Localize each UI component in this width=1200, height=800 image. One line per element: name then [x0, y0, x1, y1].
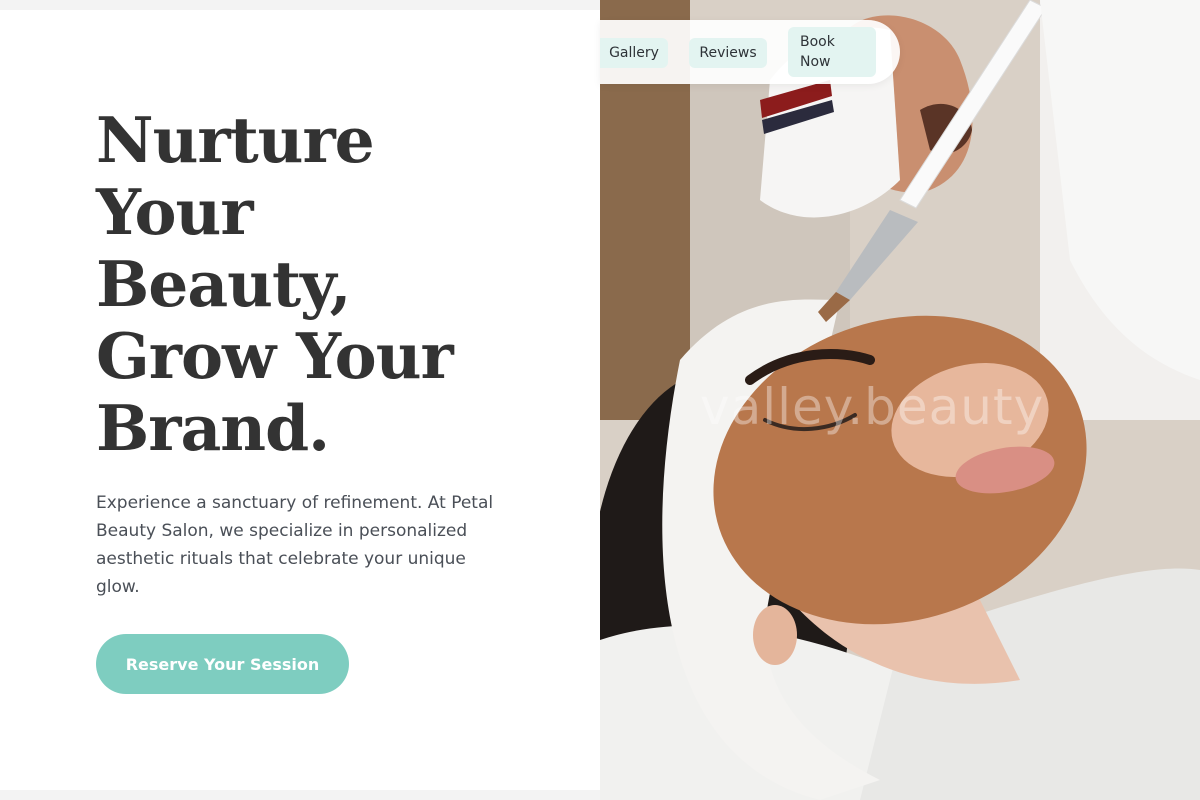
- landing-page: Nurture Your Beauty, Grow Your Brand. Ex…: [0, 0, 1200, 800]
- hero-title-line-3: Beauty,: [96, 247, 352, 321]
- top-navigation: Gallery Reviews Book Now: [600, 20, 900, 84]
- nav-reviews-link[interactable]: Reviews: [689, 38, 767, 68]
- hero-title-line-1: Nurture: [96, 103, 375, 177]
- photo-watermark: valley.beauty: [700, 378, 1045, 436]
- hero-title: Nurture Your Beauty, Grow Your Brand.: [96, 104, 556, 464]
- hero-title-line-2: Your: [96, 175, 254, 249]
- reserve-session-button[interactable]: Reserve Your Session: [96, 634, 349, 694]
- nav-book-now-button[interactable]: Book Now: [788, 27, 876, 77]
- bottom-strip: [0, 790, 600, 800]
- hero-title-line-4: Grow Your: [96, 319, 454, 393]
- nav-gallery-link[interactable]: Gallery: [600, 38, 668, 68]
- hero-description: Experience a sanctuary of refinement. At…: [96, 493, 494, 597]
- hero-title-line-5: Brand.: [96, 391, 330, 465]
- top-strip: [0, 0, 600, 10]
